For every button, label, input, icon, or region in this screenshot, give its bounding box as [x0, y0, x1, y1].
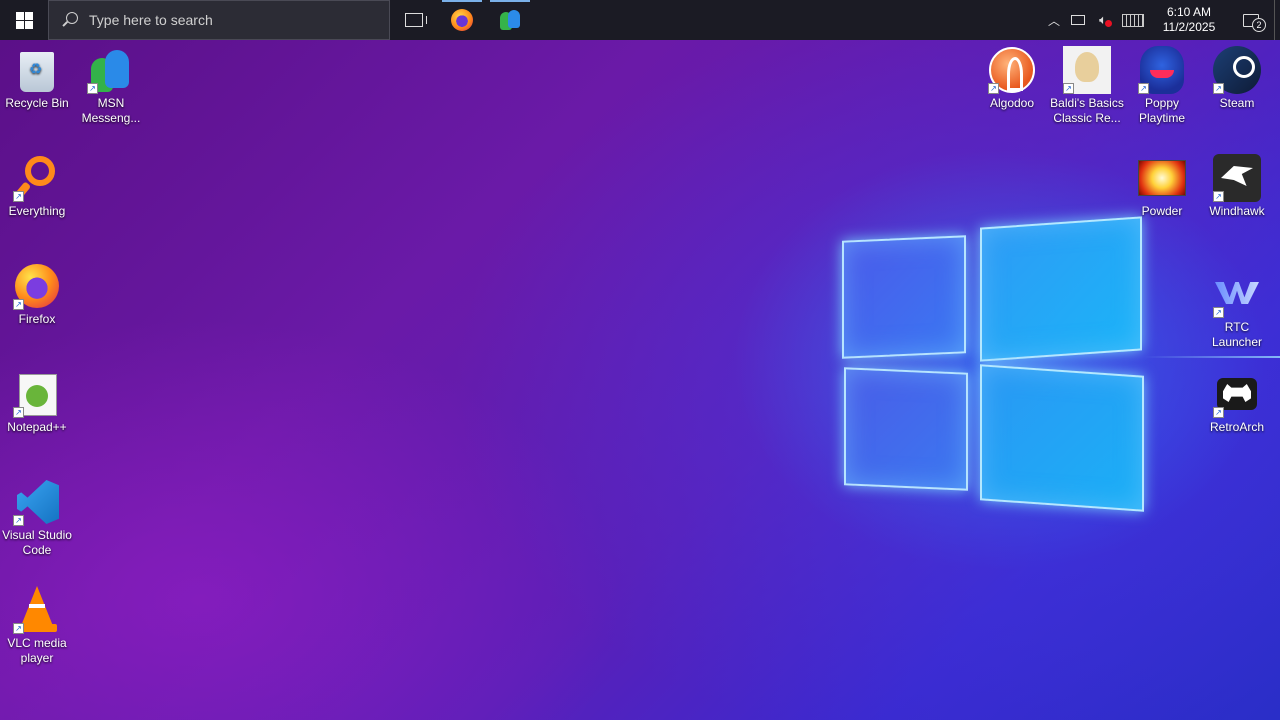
- shortcut-arrow-icon: ↗: [13, 623, 24, 634]
- show-hidden-icons-button[interactable]: ︿: [1042, 0, 1066, 40]
- desktop-icon-label: VLC media player: [7, 636, 67, 665]
- show-desktop-button[interactable]: [1274, 0, 1280, 40]
- shortcut-arrow-icon: ↗: [1213, 407, 1224, 418]
- desktop-icon-label: Notepad++: [7, 420, 67, 434]
- desktop-icon-rtc-launcher[interactable]: ↗ RTC Launcher: [1200, 270, 1274, 350]
- msn-messenger-icon: [498, 9, 522, 31]
- search-icon: [61, 11, 79, 29]
- network-button[interactable]: [1066, 0, 1090, 40]
- poppy-playtime-icon: ↗: [1138, 46, 1186, 94]
- mute-indicator-icon: [1105, 20, 1112, 27]
- logo-pane-top-right: [980, 216, 1142, 362]
- desktop-icon-label: Steam: [1219, 96, 1255, 110]
- rtc-launcher-icon: ↗: [1213, 270, 1261, 318]
- task-view-icon: [405, 13, 427, 27]
- desktop-icon-poppy-playtime[interactable]: ↗ Poppy Playtime: [1125, 46, 1199, 126]
- desktop-icon-label: Recycle Bin: [5, 96, 69, 110]
- desktop-icon-firefox[interactable]: ↗ Firefox: [0, 262, 74, 327]
- desktop-icon-label: Powder: [1141, 204, 1183, 218]
- logo-pane-top-left: [842, 235, 966, 359]
- taskbar: Type here to search ︿ 🔈︎ 6:10 AM 11/2/20…: [0, 0, 1280, 40]
- vscode-icon: ↗: [13, 478, 61, 526]
- clock-time: 6:10 AM: [1166, 5, 1212, 19]
- algodoo-icon: ↗: [988, 46, 1036, 94]
- desktop-icon-label: Windhawk: [1209, 204, 1265, 218]
- everything-icon: ↗: [13, 154, 61, 202]
- start-button[interactable]: [0, 0, 48, 40]
- clock-date: 11/2/2025: [1162, 20, 1216, 34]
- touch-keyboard-button[interactable]: [1116, 0, 1150, 40]
- desktop-icon-label: Poppy Playtime: [1138, 96, 1185, 125]
- desktop-icon-label: Everything: [8, 204, 66, 218]
- logo-pane-bottom-right: [980, 364, 1144, 512]
- desktop-icon-label: MSN Messeng...: [81, 96, 141, 125]
- keyboard-icon: [1122, 13, 1144, 27]
- action-center-button[interactable]: 2: [1228, 0, 1274, 40]
- desktop-icon-baldis-basics[interactable]: ↗ Baldi's Basics Classic Re...: [1050, 46, 1124, 126]
- shortcut-arrow-icon: ↗: [1213, 307, 1224, 318]
- desktop-icon-powder[interactable]: Powder: [1125, 154, 1199, 219]
- volume-button[interactable]: 🔈︎: [1090, 0, 1116, 40]
- desktop-icon-msn-messenger[interactable]: ↗ MSN Messeng...: [74, 46, 148, 126]
- shortcut-arrow-icon: ↗: [1213, 83, 1224, 94]
- desktop-icon-algodoo[interactable]: ↗ Algodoo: [975, 46, 1049, 111]
- desktop-icon-label: RetroArch: [1209, 420, 1265, 434]
- desktop-icon-steam[interactable]: ↗ Steam: [1200, 46, 1274, 111]
- desktop-icon-label: Visual Studio Code: [2, 528, 72, 557]
- shortcut-arrow-icon: ↗: [13, 191, 24, 202]
- desktop-icon-label: Firefox: [18, 312, 56, 326]
- desktop-icon-notepad-plus-plus[interactable]: ↗ Notepad++: [0, 370, 74, 435]
- windows-logo-icon: [15, 11, 33, 29]
- firefox-icon: ↗: [13, 262, 61, 310]
- desktop-icon-vscode[interactable]: ↗ Visual Studio Code: [0, 478, 74, 558]
- vlc-icon: ↗: [13, 586, 61, 634]
- light-beam: [1144, 356, 1280, 358]
- shortcut-arrow-icon: ↗: [13, 407, 24, 418]
- retroarch-icon: ↗: [1213, 370, 1261, 418]
- notification-count-badge: 2: [1252, 18, 1266, 32]
- firefox-icon: [451, 9, 473, 31]
- logo-pane-bottom-left: [844, 367, 968, 491]
- shortcut-arrow-icon: ↗: [1063, 83, 1074, 94]
- task-view-button[interactable]: [390, 0, 438, 40]
- desktop-icon-everything[interactable]: ↗ Everything: [0, 154, 74, 219]
- shortcut-arrow-icon: ↗: [988, 83, 999, 94]
- search-box[interactable]: Type here to search: [48, 0, 390, 40]
- desktop-icon-label: Baldi's Basics Classic Re...: [1050, 96, 1124, 125]
- shortcut-arrow-icon: ↗: [87, 83, 98, 94]
- clock-button[interactable]: 6:10 AM 11/2/2025: [1150, 0, 1228, 40]
- taskbar-msn-messenger-button[interactable]: [486, 0, 534, 40]
- system-tray: ︿ 🔈︎ 6:10 AM 11/2/2025 2: [1042, 0, 1280, 40]
- desktop-icon-label: Algodoo: [989, 96, 1035, 110]
- powder-icon: [1138, 154, 1186, 202]
- msn-messenger-icon: ↗: [87, 46, 135, 94]
- wallpaper-windows-logo: [840, 212, 1150, 522]
- desktop-icon-windhawk[interactable]: ↗ Windhawk: [1200, 154, 1274, 219]
- chevron-up-icon: ︿: [1047, 13, 1060, 28]
- desktop-icon-retroarch[interactable]: ↗ RetroArch: [1200, 370, 1274, 435]
- desktop-icon-vlc[interactable]: ↗ VLC media player: [0, 586, 74, 666]
- desktop-icon-recycle-bin[interactable]: Recycle Bin: [0, 46, 74, 111]
- search-placeholder: Type here to search: [89, 12, 213, 28]
- windhawk-icon: ↗: [1213, 154, 1261, 202]
- network-icon: [1071, 15, 1085, 25]
- notepad-plus-plus-icon: ↗: [13, 370, 61, 418]
- recycle-bin-icon: [13, 46, 61, 94]
- shortcut-arrow-icon: ↗: [1138, 83, 1149, 94]
- baldis-basics-icon: ↗: [1063, 46, 1111, 94]
- shortcut-arrow-icon: ↗: [1213, 191, 1224, 202]
- shortcut-arrow-icon: ↗: [13, 299, 24, 310]
- taskbar-firefox-button[interactable]: [438, 0, 486, 40]
- shortcut-arrow-icon: ↗: [13, 515, 24, 526]
- desktop-icon-label: RTC Launcher: [1211, 320, 1263, 349]
- steam-icon: ↗: [1213, 46, 1261, 94]
